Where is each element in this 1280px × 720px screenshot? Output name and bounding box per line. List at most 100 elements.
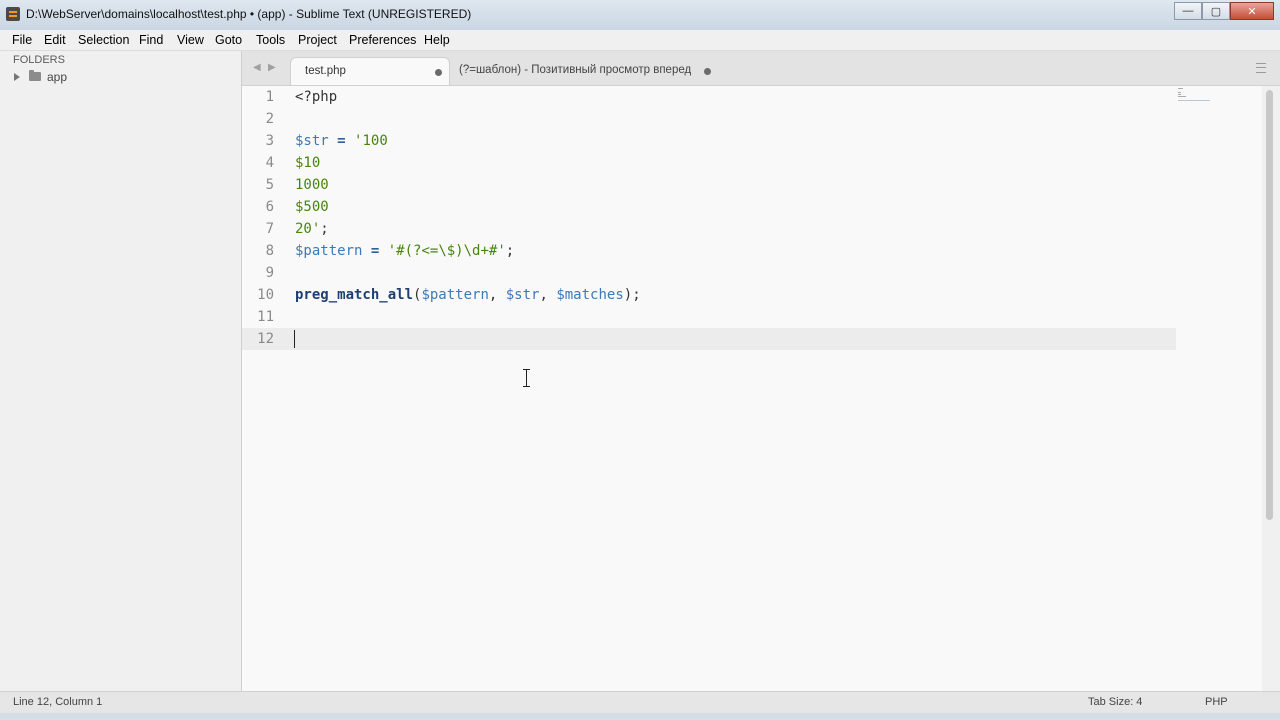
code-line[interactable]: 2 [242, 108, 1176, 130]
code-token: $str [295, 133, 329, 149]
line-number: 6 [265, 199, 274, 215]
code-token: ); [623, 287, 641, 303]
code-text: $pattern = '#(?<=\$)\d+#'; [295, 240, 514, 262]
sublime-app-icon[interactable] [6, 7, 20, 21]
minimap[interactable] [1176, 86, 1256, 106]
menu-bar: File Edit Selection Find View Goto Tools… [0, 30, 1280, 51]
code-line[interactable]: 7 20'; [242, 218, 1176, 240]
tab-size-selector[interactable]: Tab Size: 4 [1088, 696, 1142, 708]
tab-back-icon[interactable]: ◀ [253, 62, 261, 73]
maximize-button[interactable]: ▢ [1202, 2, 1230, 20]
window-controls: — ▢ ✕ [1174, 2, 1274, 20]
code-token: = [337, 133, 346, 149]
tab-test-php[interactable]: test.php [290, 57, 450, 85]
code-text: 20'; [295, 218, 329, 240]
minimize-button[interactable]: — [1174, 2, 1202, 20]
tab-label: test.php [305, 65, 346, 77]
code-editor[interactable]: 1 <?php 2 3 $str = '100 4 $10 5 1000 6 $500 7 20'; 8 $… [242, 86, 1262, 691]
tab-forward-icon[interactable]: ▶ [268, 62, 276, 73]
code-token: ; [505, 243, 515, 259]
window-title: D:\WebServer\domains\localhost\test.php … [26, 7, 472, 21]
tab-positive-lookahead[interactable]: (?=шаблон) - Позитивный просмотр вперед [450, 57, 722, 85]
code-line[interactable]: 9 [242, 262, 1176, 284]
line-number: 4 [265, 155, 274, 171]
menu-find[interactable]: Find [139, 33, 163, 47]
code-text: $10 [295, 152, 320, 174]
text-caret [294, 330, 295, 348]
code-line[interactable]: 3 $str = '100 [242, 130, 1176, 152]
code-token: '100 [354, 133, 388, 149]
tab-bar: ◀ ▶ test.php (?=шаблон) - Позитивный про… [242, 51, 1280, 86]
window-bottom-border [0, 713, 1280, 720]
code-text: $str = '100 [295, 130, 388, 152]
code-token: 20' [295, 221, 321, 237]
sidebar-item-app[interactable]: app [14, 70, 214, 86]
menu-selection[interactable]: Selection [78, 33, 129, 47]
line-number: 10 [257, 287, 274, 303]
status-bar: Line 12, Column 1 Tab Size: 4 PHP [0, 691, 1280, 714]
line-number: 12 [257, 331, 274, 347]
modified-dot-icon[interactable] [435, 69, 442, 76]
expand-arrow-icon[interactable] [14, 73, 20, 81]
menu-view[interactable]: View [177, 33, 204, 47]
code-line[interactable]: 8 $pattern = '#(?<=\$)\d+#'; [242, 240, 1176, 262]
syntax-selector[interactable]: PHP [1205, 696, 1228, 708]
code-line[interactable]: 1 <?php [242, 86, 1176, 108]
menu-file[interactable]: File [12, 33, 32, 47]
code-token: $pattern [421, 287, 489, 303]
line-number: 9 [265, 265, 274, 281]
minimap-line [1178, 100, 1210, 101]
code-token: 1000 [295, 177, 329, 193]
code-token: $matches [556, 287, 624, 303]
menu-help[interactable]: Help [424, 33, 450, 47]
menu-edit[interactable]: Edit [44, 33, 66, 47]
code-text: $500 [295, 196, 329, 218]
line-number: 1 [265, 89, 274, 105]
code-line[interactable]: 6 $500 [242, 196, 1176, 218]
folder-icon [29, 70, 41, 81]
line-number: 2 [265, 111, 274, 127]
code-line[interactable]: 4 $10 [242, 152, 1176, 174]
code-text: preg_match_all($pattern, $str, $matches)… [295, 284, 641, 306]
code-token: $10 [295, 155, 321, 171]
code-token: , [488, 287, 506, 303]
sidebar: FOLDERS app [0, 51, 242, 691]
code-token: ; [320, 221, 329, 237]
modified-dot-icon[interactable] [704, 68, 711, 75]
code-token: <?php [295, 89, 338, 105]
vertical-scrollbar[interactable] [1262, 86, 1280, 691]
menu-tools[interactable]: Tools [256, 33, 285, 47]
code-token: , [539, 287, 557, 303]
text-cursor-icon [522, 369, 532, 387]
minimap-line [1178, 92, 1181, 93]
code-text: 1000 [295, 174, 329, 196]
code-line[interactable]: 10 preg_match_all($pattern, $str, $matche… [242, 284, 1176, 306]
line-number: 5 [265, 177, 274, 193]
minimap-line [1178, 96, 1186, 97]
line-number: 8 [265, 243, 274, 259]
tab-list-menu-icon[interactable] [1256, 63, 1266, 73]
line-number: 11 [257, 309, 274, 325]
code-line[interactable]: 11 [242, 306, 1176, 328]
close-button[interactable]: ✕ [1230, 2, 1274, 20]
minimap-line [1178, 94, 1181, 95]
code-text: <?php [295, 86, 337, 108]
line-number: 7 [265, 221, 274, 237]
menu-preferences[interactable]: Preferences [349, 33, 416, 47]
code-token: $500 [295, 199, 329, 215]
code-line[interactable]: 5 1000 [242, 174, 1176, 196]
menu-project[interactable]: Project [298, 33, 337, 47]
sidebar-item-label: app [47, 70, 68, 84]
code-token: $pattern [295, 243, 363, 259]
menu-goto[interactable]: Goto [215, 33, 242, 47]
code-token: '#(?<=\$)\d+#' [387, 243, 506, 259]
folders-heading: FOLDERS [13, 54, 65, 66]
title-bar: D:\WebServer\domains\localhost\test.php … [0, 0, 1280, 31]
code-line[interactable]: 12 [242, 328, 1176, 350]
scrollbar-thumb[interactable] [1266, 90, 1273, 520]
code-token: $str [505, 287, 540, 303]
